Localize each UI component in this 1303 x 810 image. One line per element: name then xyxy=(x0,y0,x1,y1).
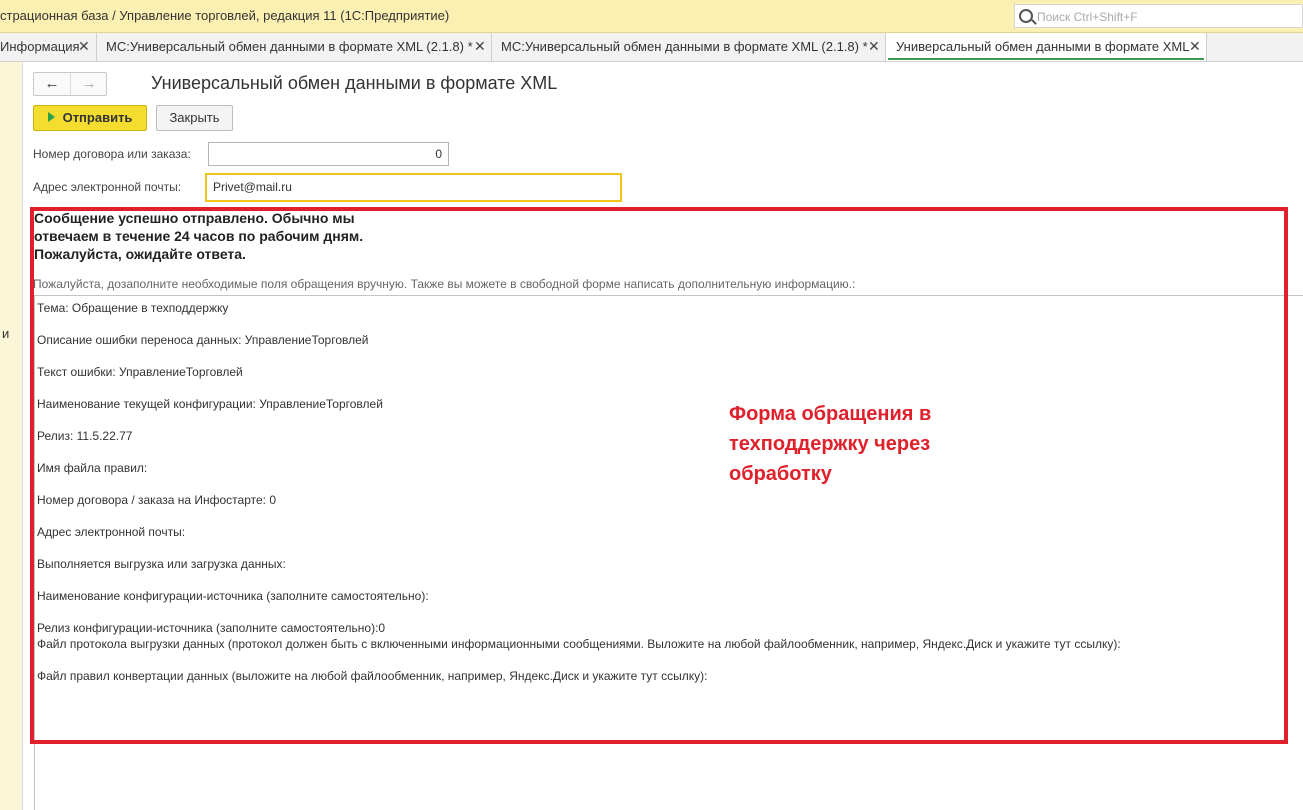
request-line: Выполняется выгрузка или загрузка данных… xyxy=(37,557,286,571)
global-search[interactable] xyxy=(1014,4,1303,28)
forward-arrow-icon[interactable]: → xyxy=(71,73,107,95)
tab-label: Информация xyxy=(0,39,80,54)
tab-label: МС:Универсальный обмен данными в формате… xyxy=(501,39,868,54)
play-icon xyxy=(47,112,55,122)
back-arrow-icon[interactable]: ← xyxy=(34,73,71,95)
request-line: Имя файла правил: xyxy=(37,461,148,475)
close-button[interactable]: Закрыть xyxy=(156,105,233,131)
tab-label: Универсальный обмен данными в формате XM… xyxy=(896,39,1190,54)
request-line: Описание ошибки переноса данных: Управле… xyxy=(37,333,369,347)
tab-xml-exchange-active[interactable]: Универсальный обмен данными в формате XM… xyxy=(886,33,1207,61)
history-navigation: ← → xyxy=(33,72,107,96)
success-message-line: Пожалуйста, ожидайте ответа. xyxy=(34,246,246,262)
window-title: страционная база / Управление торговлей,… xyxy=(0,8,450,23)
tab-information[interactable]: Информация ✕ xyxy=(0,33,97,61)
request-line: Наименование текущей конфигурации: Управ… xyxy=(37,397,383,411)
window-title-bar: страционная база / Управление торговлей,… xyxy=(0,0,1303,33)
success-message-line: Сообщение успешно отправлено. Обычно мы xyxy=(34,210,355,226)
success-message-line: отвечаем в течение 24 часов по рабочим д… xyxy=(34,228,364,244)
contract-number-field[interactable]: 0 xyxy=(208,142,449,166)
active-tab-indicator xyxy=(888,58,1204,60)
close-icon[interactable]: ✕ xyxy=(1189,38,1201,55)
request-line: Номер договора / заказа на Инфостарте: 0 xyxy=(37,493,276,507)
tab-label: МС:Универсальный обмен данными в формате… xyxy=(106,39,473,54)
request-line: Тема: Обращение в техподдержку xyxy=(37,301,229,315)
request-line: Релиз конфигурации-источника (заполните … xyxy=(37,621,386,635)
request-line: Наименование конфигурации-источника (зап… xyxy=(37,589,429,603)
left-panel-label[interactable]: и xyxy=(2,326,9,341)
tab-xml-exchange-1[interactable]: МС:Универсальный обмен данными в формате… xyxy=(97,33,492,61)
search-icon xyxy=(1019,9,1033,23)
send-button[interactable]: Отправить xyxy=(33,105,147,131)
email-label: Адрес электронной почты: xyxy=(33,180,182,194)
annotation-line: обработку xyxy=(729,463,832,485)
form-title: Универсальный обмен данными в формате XM… xyxy=(151,73,558,93)
annotation-line: техподдержку через xyxy=(729,433,931,455)
close-icon[interactable]: ✕ xyxy=(868,38,880,55)
annotation-line: Форма обращения в xyxy=(729,403,932,425)
email-field[interactable]: Privet@mail.ru xyxy=(205,173,622,202)
open-windows-tab-bar: Информация ✕ МС:Универсальный обмен данн… xyxy=(0,33,1303,62)
contract-number-label: Номер договора или заказа: xyxy=(33,147,191,161)
close-icon[interactable]: ✕ xyxy=(474,38,486,55)
request-line: Адрес электронной почты: xyxy=(37,525,186,539)
left-sections-panel: и xyxy=(0,62,23,810)
request-line: Релиз: 11.5.22.77 xyxy=(37,429,133,443)
fill-in-hint: Пожалуйста, дозаполните необходимые поля… xyxy=(33,277,856,291)
request-line: Файл правил конвертации данных (выложите… xyxy=(37,669,708,683)
close-icon[interactable]: ✕ xyxy=(78,38,90,55)
annotation-caption: Форма обращения в техподдержку через обр… xyxy=(729,399,1029,489)
search-input[interactable] xyxy=(1035,8,1289,26)
request-line: Текст ошибки: УправлениеТорговлей xyxy=(37,365,243,379)
success-message: Сообщение успешно отправлено. Обычно мы … xyxy=(34,209,363,263)
send-button-label: Отправить xyxy=(62,110,133,125)
request-line: Файл протокола выгрузки данных (протокол… xyxy=(37,637,1121,651)
tab-xml-exchange-2[interactable]: МС:Универсальный обмен данными в формате… xyxy=(492,33,886,61)
